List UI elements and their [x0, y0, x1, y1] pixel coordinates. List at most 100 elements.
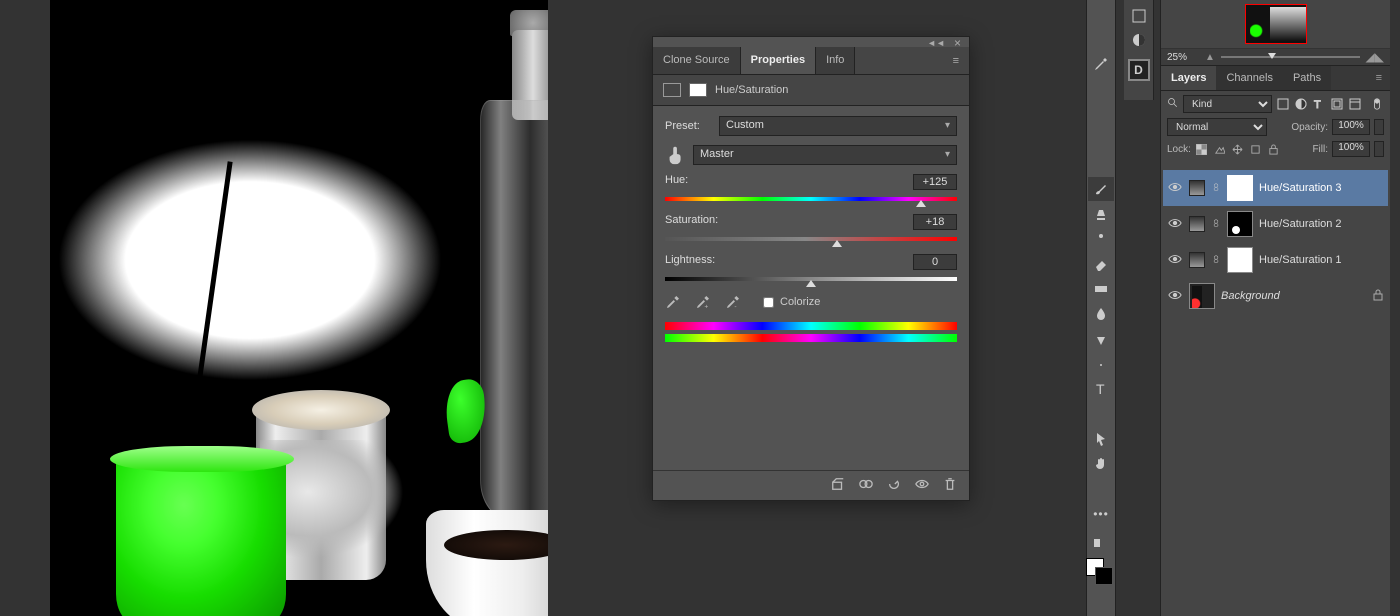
gradient-tool-icon[interactable] — [1088, 277, 1114, 301]
lightness-slider[interactable] — [665, 274, 957, 284]
hue-slider[interactable] — [665, 194, 957, 204]
tab-paths[interactable]: Paths — [1283, 66, 1331, 90]
crop-tool-icon[interactable] — [1088, 27, 1114, 51]
channel-select[interactable]: Master — [693, 145, 957, 165]
layers-menu-icon[interactable]: ≡ — [1368, 66, 1390, 90]
layer-filter-kind[interactable]: Kind — [1183, 95, 1272, 113]
layer-visibility-icon[interactable] — [1167, 218, 1183, 231]
foreground-color[interactable] — [1086, 558, 1104, 576]
tab-info[interactable]: Info — [816, 47, 855, 74]
mask-icon[interactable] — [689, 83, 707, 97]
smudge-tool-icon[interactable] — [1088, 302, 1114, 326]
layer-visibility-icon[interactable] — [1167, 182, 1183, 195]
zoom-out-icon[interactable]: ▲ — [1205, 52, 1215, 63]
dodge-tool-icon[interactable] — [1088, 327, 1114, 351]
lock-transparency-icon[interactable] — [1195, 143, 1208, 156]
opacity-dropdown[interactable] — [1374, 119, 1384, 135]
tab-properties[interactable]: Properties — [741, 47, 816, 74]
filter-type-icon[interactable]: T — [1312, 97, 1326, 111]
filter-shape-icon[interactable] — [1330, 97, 1344, 111]
type-tool-icon[interactable]: T — [1088, 377, 1114, 401]
lock-all-icon[interactable] — [1267, 143, 1280, 156]
panel-collapse-icon[interactable]: ◄◄ — [927, 38, 945, 48]
targeted-adjustment-icon[interactable] — [665, 144, 687, 166]
layer-lock-icon[interactable] — [1372, 289, 1384, 304]
eyedropper-tool-icon[interactable] — [1088, 52, 1114, 76]
layer-item-background[interactable]: Background — [1163, 278, 1388, 314]
zoom-percent[interactable]: 25% — [1167, 52, 1205, 63]
lock-image-icon[interactable] — [1213, 143, 1226, 156]
layer-visibility-icon[interactable] — [1167, 254, 1183, 267]
view-previous-icon[interactable] — [859, 477, 873, 494]
zoom-slider[interactable] — [1221, 51, 1360, 63]
color-swatches[interactable] — [1086, 558, 1116, 576]
reset-icon[interactable] — [887, 477, 901, 494]
libraries-panel-icon[interactable]: D — [1126, 58, 1152, 82]
layer-item[interactable]: 𝟾 Hue/Saturation 2 — [1163, 206, 1388, 242]
hue-value[interactable]: +125 — [913, 174, 957, 190]
filter-adjustment-icon[interactable] — [1294, 97, 1308, 111]
layer-adjustment-thumb[interactable] — [1189, 216, 1205, 232]
navigator-thumbnail[interactable] — [1245, 4, 1307, 44]
lock-artboard-icon[interactable] — [1249, 143, 1262, 156]
colorize-checkbox[interactable] — [763, 297, 774, 308]
background-color[interactable] — [1095, 567, 1113, 585]
delete-icon[interactable] — [943, 477, 957, 494]
tab-layers[interactable]: Layers — [1161, 66, 1216, 90]
zoom-tool-icon[interactable] — [1088, 477, 1114, 501]
layer-link-icon[interactable]: 𝟾 — [1211, 218, 1221, 231]
saturation-value[interactable]: +18 — [913, 214, 957, 230]
opacity-value[interactable]: 100% — [1332, 119, 1370, 135]
canvas-area[interactable] — [50, 0, 548, 616]
marquee-tool-icon[interactable] — [1088, 127, 1114, 151]
toggle-visibility-icon[interactable] — [915, 477, 929, 494]
layer-link-icon[interactable]: 𝟾 — [1211, 254, 1221, 267]
lightness-value[interactable]: 0 — [913, 254, 957, 270]
panel-close-icon[interactable]: × — [954, 36, 961, 50]
layer-thumb[interactable] — [1189, 283, 1215, 309]
path-selection-tool-icon[interactable] — [1088, 402, 1114, 426]
filter-toggle-icon[interactable] — [1370, 97, 1384, 111]
lock-position-icon[interactable] — [1231, 143, 1244, 156]
patch-tool-icon[interactable] — [1088, 102, 1114, 126]
eyedropper-icon[interactable] — [665, 294, 681, 310]
zoom-in-icon[interactable]: ◢◣ — [1366, 50, 1384, 64]
layer-mask-thumb[interactable] — [1227, 211, 1253, 237]
layer-adjustment-thumb[interactable] — [1189, 252, 1205, 268]
layer-adjustment-thumb[interactable] — [1189, 180, 1205, 196]
fill-value[interactable]: 100% — [1332, 141, 1370, 157]
lasso-tool-icon[interactable] — [1088, 152, 1114, 176]
filter-pixel-icon[interactable] — [1276, 97, 1290, 111]
layer-link-icon[interactable]: 𝟾 — [1211, 182, 1221, 195]
eyedropper-subtract-icon[interactable]: - — [725, 294, 741, 310]
clip-to-layer-icon[interactable] — [831, 477, 845, 494]
quickmask-icon[interactable] — [1088, 535, 1114, 551]
adjustments-panel-icon[interactable] — [1126, 28, 1152, 52]
panel-menu-icon[interactable]: ≡ — [943, 47, 969, 74]
pen-tool-icon[interactable] — [1088, 352, 1114, 376]
eraser-tool-icon[interactable] — [1088, 252, 1114, 276]
direct-selection-tool-icon[interactable] — [1088, 427, 1114, 451]
preset-select[interactable]: Custom — [719, 116, 957, 136]
tab-clone-source[interactable]: Clone Source — [653, 47, 741, 74]
ruler-tool-icon[interactable] — [1088, 77, 1114, 101]
layer-visibility-icon[interactable] — [1167, 290, 1183, 303]
layer-mask-thumb[interactable] — [1227, 247, 1253, 273]
eyedropper-add-icon[interactable]: + — [695, 294, 711, 310]
layer-item[interactable]: 𝟾 Hue/Saturation 3 — [1163, 170, 1388, 206]
filter-smartobject-icon[interactable] — [1348, 97, 1362, 111]
adjustment-icon[interactable] — [663, 83, 681, 97]
hand-tool-icon[interactable] — [1088, 452, 1114, 476]
layer-mask-thumb[interactable] — [1227, 175, 1253, 201]
more-tools-icon[interactable]: ••• — [1088, 502, 1114, 526]
artboard-tool-icon[interactable] — [1088, 2, 1114, 26]
fill-dropdown[interactable] — [1374, 141, 1384, 157]
tab-channels[interactable]: Channels — [1216, 66, 1282, 90]
brush-tool-icon[interactable] — [1088, 177, 1114, 201]
color-panel-icon[interactable] — [1126, 4, 1152, 28]
blend-mode-select[interactable]: Normal — [1167, 118, 1267, 136]
clone-stamp-tool-icon[interactable] — [1088, 202, 1114, 226]
saturation-slider[interactable] — [665, 234, 957, 244]
history-brush-tool-icon[interactable] — [1088, 227, 1114, 251]
layer-item[interactable]: 𝟾 Hue/Saturation 1 — [1163, 242, 1388, 278]
